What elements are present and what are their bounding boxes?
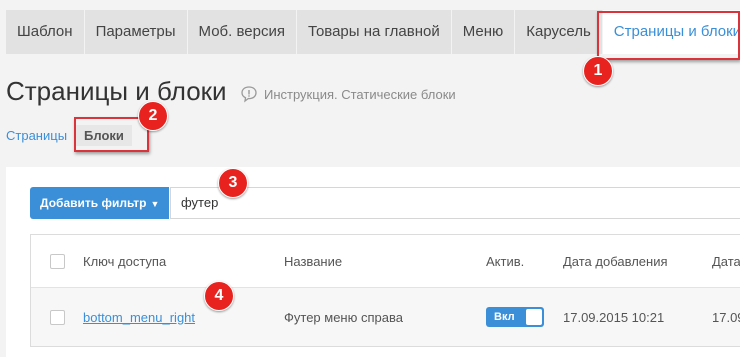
tab-parameters[interactable]: Параметры <box>84 10 188 54</box>
add-filter-label: Добавить фильтр <box>40 196 147 210</box>
row-active-cell: Вкл <box>486 288 544 346</box>
header-active[interactable]: Актив. <box>486 235 524 287</box>
marker-2: 2 <box>138 101 168 131</box>
toggle-knob <box>526 309 542 325</box>
header-name[interactable]: Название <box>284 235 342 287</box>
row-key-cell: bottom_menu_right <box>83 288 195 346</box>
table-header-row: Ключ доступа Название Актив. Дата добавл… <box>31 235 740 288</box>
tab-carousel[interactable]: Карусель <box>515 10 603 54</box>
row-select-cell <box>50 288 65 346</box>
instruction-link[interactable]: Инструкция. Статические блоки <box>240 85 456 103</box>
marker-3: 3 <box>218 168 248 198</box>
header-key[interactable]: Ключ доступа <box>83 235 166 287</box>
highlight-blocks <box>74 117 149 152</box>
caret-down-icon: ▼ <box>150 199 160 209</box>
add-filter-button[interactable]: Добавить фильтр ▼ <box>30 187 170 219</box>
highlight-tab-pages-blocks <box>597 11 740 60</box>
select-all-cell <box>50 235 65 287</box>
row-name: Футер меню справа <box>284 309 403 325</box>
tab-home-products[interactable]: Товары на главной <box>296 10 452 54</box>
row-checkbox[interactable] <box>50 309 65 325</box>
page-title: Страницы и блоки <box>6 76 227 106</box>
subnav-pages-link[interactable]: Страницы <box>6 128 67 143</box>
instruction-label: Инструкция. Статические блоки <box>264 86 456 102</box>
tab-mobile[interactable]: Моб. версия <box>187 10 297 54</box>
active-toggle[interactable]: Вкл <box>486 307 544 327</box>
content-panel: Добавить фильтр ▼ футер Ключ доступа Назв… <box>6 167 740 357</box>
header-date-added[interactable]: Дата добавления <box>563 235 668 287</box>
tab-template[interactable]: Шаблон <box>6 10 85 54</box>
marker-1: 1 <box>583 56 613 86</box>
row-key-link[interactable]: bottom_menu_right <box>83 310 195 325</box>
tab-menu[interactable]: Меню <box>451 10 516 54</box>
row-date-next: 17.09 <box>712 309 740 325</box>
filter-input[interactable]: футер <box>170 187 740 219</box>
active-toggle-label: Вкл <box>494 311 515 323</box>
table-row: bottom_menu_right Футер меню справа Вкл … <box>31 288 740 346</box>
select-all-checkbox[interactable] <box>50 253 65 269</box>
blocks-table: Ключ доступа Название Актив. Дата добавл… <box>30 234 740 347</box>
row-date-added: 17.09.2015 10:21 <box>563 309 665 325</box>
header-date-next[interactable]: Дата <box>712 235 740 287</box>
marker-4: 4 <box>204 281 234 311</box>
comment-icon <box>241 86 257 103</box>
